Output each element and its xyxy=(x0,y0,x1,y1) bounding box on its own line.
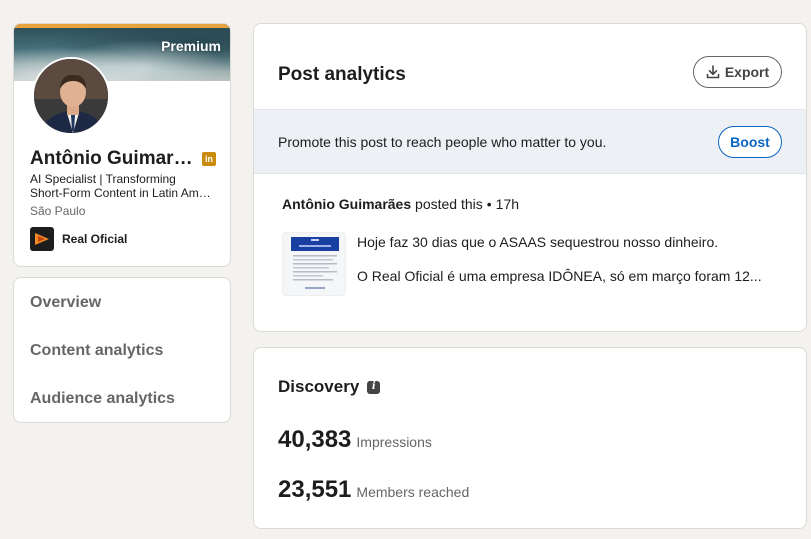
metric-value: 40,383 xyxy=(278,426,352,453)
profile-name[interactable]: Antônio Guimarães xyxy=(30,148,194,170)
premium-label: Premium xyxy=(161,38,221,54)
headline-line-2: Short-Form Content in Latin America xyxy=(30,186,212,200)
post-action: posted this xyxy=(415,196,483,212)
boost-button[interactable]: Boost xyxy=(718,126,782,158)
linkedin-premium-icon: in xyxy=(202,152,216,166)
export-button[interactable]: Export xyxy=(693,56,782,88)
meta-separator: • xyxy=(486,196,492,212)
metric-value: 23,551 xyxy=(278,476,352,503)
profile-name-row: Antônio Guimarães in xyxy=(30,148,228,170)
metric-label: Members reached xyxy=(356,484,470,500)
promote-text: Promote this post to reach people who ma… xyxy=(278,134,607,150)
post-text-line-2: O Real Oficial é uma empresa IDÔNEA, só … xyxy=(357,268,762,284)
post-time: 17h xyxy=(495,196,520,212)
metric-impressions: 40,383 Impressions xyxy=(278,426,432,454)
avatar[interactable] xyxy=(32,57,110,135)
info-icon[interactable]: i xyxy=(367,380,381,394)
discovery-title-text: Discovery xyxy=(278,377,360,396)
premium-strip xyxy=(14,24,230,28)
download-icon xyxy=(706,65,720,79)
profile-location: São Paulo xyxy=(30,204,86,218)
post-author[interactable]: Antônio Guimarães xyxy=(282,196,411,212)
discovery-title: Discovery i xyxy=(278,377,381,397)
page-title: Post analytics xyxy=(278,64,406,85)
metric-members-reached: 23,551 Members reached xyxy=(278,476,469,504)
profile-card: Premium Antônio Guimarães in AI Speciali… xyxy=(13,23,231,267)
analytics-nav: Overview Content analytics Audience anal… xyxy=(13,277,231,423)
headline-line-1: AI Specialist | Transforming xyxy=(30,172,176,186)
discovery-card: Discovery i 40,383 Impressions 23,551 Me… xyxy=(253,347,807,529)
nav-item-audience-analytics[interactable]: Audience analytics xyxy=(30,390,175,408)
post-text-line-1: Hoje faz 30 dias que o ASAAS sequestrou … xyxy=(357,234,719,250)
profile-company[interactable]: Real Oficial xyxy=(30,227,127,251)
post-meta: Antônio Guimarães posted this • 17h xyxy=(282,196,519,212)
company-logo-icon xyxy=(30,227,54,251)
company-name: Real Oficial xyxy=(62,232,128,246)
post-thumbnail[interactable] xyxy=(282,232,346,296)
nav-item-overview[interactable]: Overview xyxy=(30,294,101,312)
promote-banner: Promote this post to reach people who ma… xyxy=(254,109,806,174)
profile-headline: AI Specialist | Transforming Short-Form … xyxy=(30,172,212,200)
export-label: Export xyxy=(724,64,770,80)
metric-label: Impressions xyxy=(356,434,432,450)
post-analytics-card: Post analytics Export Promote this post … xyxy=(253,23,807,332)
nav-item-content-analytics[interactable]: Content analytics xyxy=(30,342,163,360)
